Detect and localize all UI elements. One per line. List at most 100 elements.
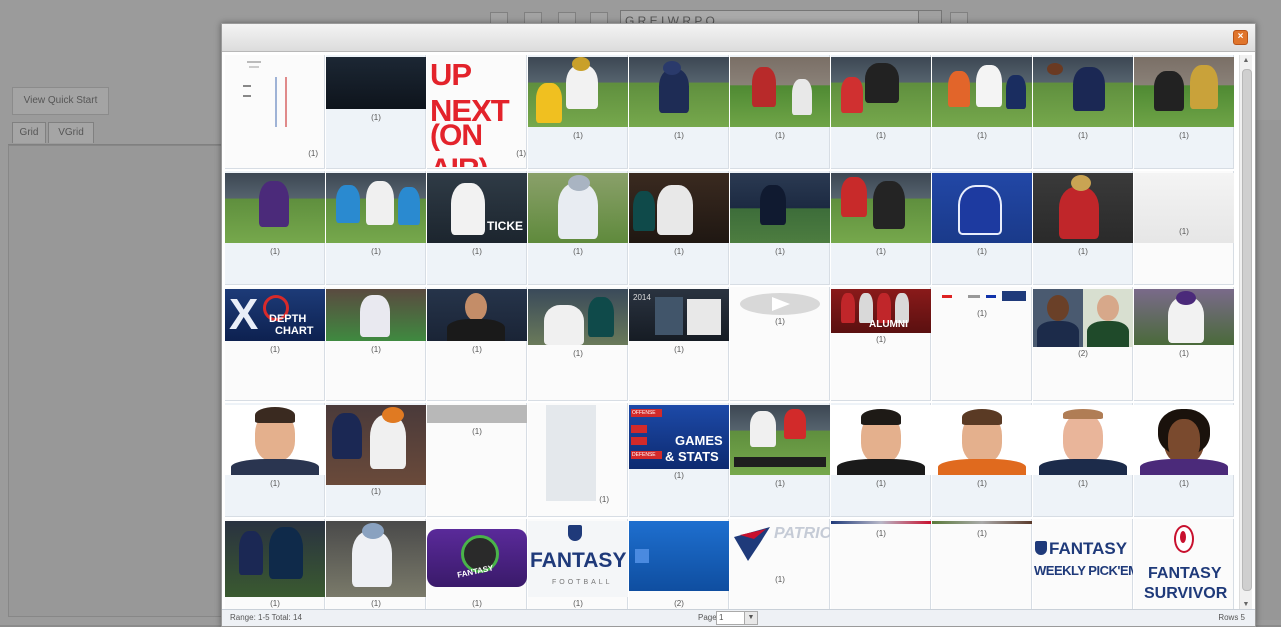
- fantasy-text: FANTASY: [530, 549, 627, 572]
- thumbnail-tile[interactable]: (1): [831, 55, 931, 169]
- fantasy-script-text: FANTASY: [456, 563, 495, 580]
- scrollbar-thumb[interactable]: [1242, 69, 1252, 591]
- thumbnail-tile[interactable]: (1): [1134, 171, 1234, 285]
- thumbnail-tile[interactable]: 2014 (1): [629, 287, 729, 401]
- thumbnail-tile[interactable]: (1): [1134, 403, 1234, 517]
- thumbnail-tile[interactable]: (1): [932, 171, 1032, 285]
- thumbnail-tile[interactable]: (1): [326, 171, 426, 285]
- offense-text: OFFENSE: [631, 409, 662, 417]
- thumbnail-tile[interactable]: (1): [225, 55, 325, 169]
- rows-select[interactable]: Rows 5: [1218, 613, 1245, 622]
- football-photo: [326, 173, 426, 243]
- thumbnail-tile[interactable]: (1): [1033, 55, 1133, 169]
- thumbnail-tile[interactable]: (1): [225, 403, 325, 517]
- count-label: (1): [472, 247, 482, 256]
- player-jersey-icon: [536, 83, 562, 123]
- count-label: (1): [674, 345, 684, 354]
- thin-banner-thumbnail: [831, 521, 931, 524]
- thumbnail-tile[interactable]: (1): [932, 55, 1032, 169]
- thumbnail-tile[interactable]: (1): [730, 287, 830, 401]
- football-photo: [326, 289, 426, 341]
- thumbnail-tile[interactable]: (1): [528, 287, 628, 401]
- nfl-shield-icon: [1035, 541, 1047, 555]
- face-icon: [1097, 295, 1119, 321]
- player-jersey-icon: [566, 65, 598, 109]
- thumbnail-tile[interactable]: OFFENSE DEFENSE GAMES & STATS (1): [629, 403, 729, 517]
- thumbnail-tile[interactable]: (1): [528, 403, 628, 517]
- thumbnail-tile[interactable]: (1): [629, 171, 729, 285]
- up-next-graphic: UP NEXT (ON AIR): [427, 57, 527, 167]
- player-jersey-icon: [841, 77, 863, 113]
- count-label: (1): [573, 349, 583, 358]
- thumbnail-tile[interactable]: (2): [1033, 287, 1133, 401]
- logo-icon: [635, 549, 649, 563]
- helmet-icon: [663, 61, 681, 75]
- thumbnail-tile[interactable]: (1): [326, 287, 426, 401]
- thumbnail-tile[interactable]: (1): [730, 403, 830, 517]
- thumbnail-tile[interactable]: FANTASY SURVIVOR: [1134, 519, 1234, 611]
- count-label: (1): [472, 345, 482, 354]
- survivor-text: SURVIVOR: [1144, 585, 1228, 602]
- thumbnail-tile[interactable]: FANTASY WEEKLY PICK'EM: [1033, 519, 1133, 611]
- close-icon[interactable]: ×: [1233, 30, 1248, 45]
- thumbnail-tile[interactable]: (1): [528, 55, 628, 169]
- thumbnail-tile[interactable]: FANTASY (1): [427, 519, 527, 611]
- chevron-down-icon[interactable]: ▼: [744, 611, 758, 625]
- thumbnail-tile[interactable]: TICKE (1): [427, 171, 527, 285]
- thumbnail-tile[interactable]: (1): [225, 519, 325, 611]
- thumbnail-tile[interactable]: (1): [326, 519, 426, 611]
- page-input[interactable]: 1: [716, 611, 746, 625]
- thumbnail-tile[interactable]: (2): [629, 519, 729, 611]
- player-jersey-icon: [760, 185, 786, 225]
- thumbnail-tile[interactable]: (1): [932, 519, 1032, 611]
- thumbnail-tile[interactable]: ALUMNI (1): [831, 287, 931, 401]
- jersey-icon: [837, 459, 925, 475]
- thumbnail-tile[interactable]: (1): [1033, 171, 1133, 285]
- jersey-icon: [1087, 321, 1129, 347]
- count-label: (1): [674, 131, 684, 140]
- football-photo: [1134, 289, 1234, 345]
- player-jersey-icon: [865, 63, 899, 103]
- thumbnail-tile[interactable]: (1): [629, 55, 729, 169]
- thumbnail-tile[interactable]: X DEPTH CHART (1): [225, 287, 325, 401]
- thumbnail-tile[interactable]: (1): [1033, 403, 1133, 517]
- thumbnail-tile[interactable]: (1): [730, 55, 830, 169]
- weekly-pickem-text: WEEKLY PICK'EM: [1034, 563, 1133, 578]
- count-label: (1): [270, 479, 280, 488]
- program-book-thumbnail: 2014: [629, 289, 729, 341]
- thumbnail-tile[interactable]: (1): [1134, 287, 1234, 401]
- suit-icon: [447, 319, 505, 341]
- thumbnail-tile[interactable]: (1): [528, 171, 628, 285]
- count-label: (1): [876, 479, 886, 488]
- thumbnail-tile[interactable]: (1): [326, 55, 426, 169]
- football-photo: [1033, 173, 1133, 243]
- vertical-scrollbar[interactable]: ▲ ▼: [1239, 55, 1252, 611]
- thumbnail-tile[interactable]: (1): [225, 171, 325, 285]
- player-jersey-icon: [1190, 65, 1218, 109]
- thumbnail-tile[interactable]: (1): [730, 171, 830, 285]
- thumbnail-tile[interactable]: (1): [932, 287, 1032, 401]
- thumbnail-tile[interactable]: (1): [1134, 55, 1234, 169]
- face-icon: [1168, 419, 1200, 461]
- thumbnail-tile[interactable]: FANTASY FOOTBALL (1): [528, 519, 628, 611]
- scroll-up-icon[interactable]: ▲: [1240, 55, 1252, 67]
- count-label: (1): [573, 599, 583, 608]
- player-jersey-icon: [544, 305, 584, 345]
- football-icon: [1047, 63, 1063, 75]
- count-label: (1): [674, 471, 684, 480]
- thumbnail-tile[interactable]: (1): [326, 403, 426, 517]
- thumbnail-tile[interactable]: (1): [932, 403, 1032, 517]
- thumbnail-tile[interactable]: (1): [831, 171, 931, 285]
- count-label: (1): [573, 131, 583, 140]
- thumbnail-tile[interactable]: (1): [831, 403, 931, 517]
- count-label: (1): [1179, 131, 1189, 140]
- thumbnail-tile[interactable]: PATRIOTS (1): [730, 519, 830, 611]
- count-label: (1): [977, 131, 987, 140]
- thumbnail-tile[interactable]: (1): [427, 287, 527, 401]
- hair-icon: [1063, 409, 1103, 419]
- player-jersey-icon: [332, 413, 362, 459]
- thumbnail-tile[interactable]: UP NEXT (ON AIR) (1): [427, 55, 527, 169]
- thumbnail-tile[interactable]: (1): [831, 519, 931, 611]
- thumbnail-tile[interactable]: (1): [427, 403, 527, 517]
- depth-text: DEPTH: [269, 313, 307, 325]
